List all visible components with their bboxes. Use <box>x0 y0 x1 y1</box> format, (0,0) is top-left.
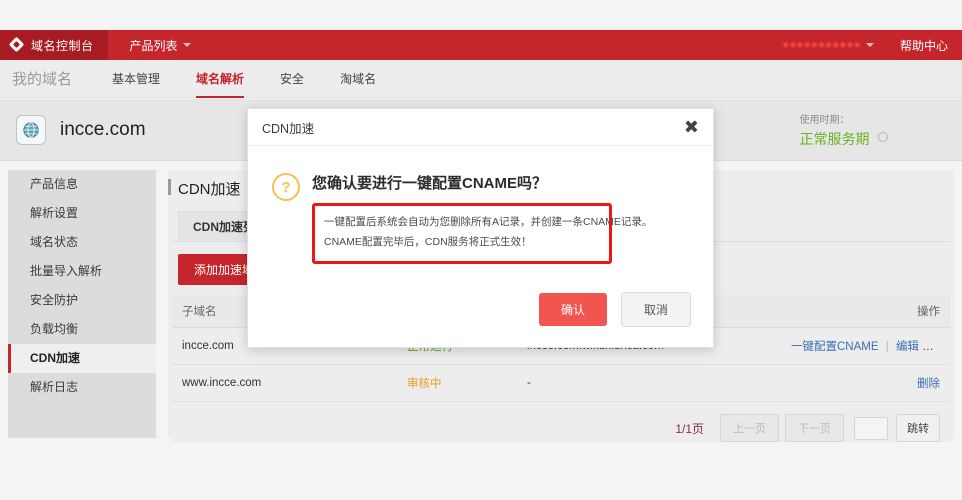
dialog-heading: 您确认要进行一键配置CNAME吗？ <box>312 172 612 193</box>
service-status-label: 使用时期： <box>800 111 888 126</box>
domain-name: incce.com <box>60 119 146 141</box>
tab-basic-management[interactable]: 基本管理 <box>112 60 160 98</box>
page-title: 我的域名 <box>12 68 72 89</box>
product-list-label: 产品列表 <box>130 37 178 54</box>
chevron-down-icon <box>183 43 191 47</box>
globe-icon <box>16 115 46 145</box>
user-menu[interactable]: ●●●●●●●●●●● <box>782 39 874 51</box>
close-icon[interactable]: ✖ <box>684 118 699 136</box>
dialog-header: CDN加速 ✖ <box>248 109 713 146</box>
service-status-value: 正常服务期 <box>800 129 870 149</box>
op-configure-cname[interactable]: 一键配置CNAME <box>791 341 879 353</box>
sidebar-item-batch-import[interactable]: 批量导入解析 <box>8 257 156 286</box>
sidebar-item-load-balancing[interactable]: 负载均衡 <box>8 315 156 344</box>
service-status: 使用时期： 正常服务期 <box>800 111 946 149</box>
tab-domain-resolution[interactable]: 域名解析 <box>196 60 244 98</box>
confirm-button[interactable]: 确认 <box>539 293 607 326</box>
confirm-dialog: CDN加速 ✖ ? 您确认要进行一键配置CNAME吗？ 一键配置后系统会自动为您… <box>247 108 714 348</box>
dialog-text-block: 您确认要进行一键配置CNAME吗？ 一键配置后系统会自动为您删除所有A记录，并创… <box>312 172 612 264</box>
op-separator: | <box>886 341 889 353</box>
prev-page-button[interactable]: 上一页 <box>720 414 779 442</box>
cancel-button[interactable]: 取消 <box>621 292 691 327</box>
chevron-down-icon <box>866 43 874 47</box>
op-edit[interactable]: 编辑 <box>896 341 919 353</box>
sidebar-item-product-info[interactable]: 产品信息 <box>8 170 156 199</box>
op-separator: | <box>926 341 929 353</box>
cell-record-value: - <box>517 365 777 402</box>
page-number-input[interactable] <box>854 417 888 440</box>
top-bar: 域名控制台 产品列表 ●●●●●●●●●●● 帮助中心 <box>0 30 962 60</box>
column-header-operations: 操作 <box>777 295 950 328</box>
pagination: 1/1页 上一页 下一页 跳转 <box>172 402 950 442</box>
tab-security[interactable]: 安全 <box>280 60 304 98</box>
top-bar-right: ●●●●●●●●●●● 帮助中心 <box>760 37 962 54</box>
brand-logo[interactable]: 域名控制台 <box>0 30 108 60</box>
sidebar: 产品信息 解析设置 域名状态 批量导入解析 安全防护 负载均衡 CDN加速 解析… <box>8 170 156 438</box>
table-row: www.incce.com 审核中 - 删除 <box>172 365 950 402</box>
app-root: 域名控制台 产品列表 ●●●●●●●●●●● 帮助中心 我的域名 基本管理 域名… <box>0 0 962 500</box>
diamond-logo-icon <box>10 38 25 53</box>
warning-line-1: 一键配置后系统会自动为您删除所有A记录，并创建一条CNAME记录。 <box>324 213 600 233</box>
dialog-footer: 确认 取消 <box>248 270 713 347</box>
dialog-body: ? 您确认要进行一键配置CNAME吗？ 一键配置后系统会自动为您删除所有A记录，… <box>248 146 713 270</box>
sidebar-item-cdn-acceleration[interactable]: CDN加速 <box>8 344 156 373</box>
sidebar-item-security-protection[interactable]: 安全防护 <box>8 286 156 315</box>
op-pause[interactable]: 暂停 <box>936 341 950 353</box>
user-name-label: ●●●●●●●●●●● <box>782 39 861 51</box>
dialog-title: CDN加速 <box>262 118 314 137</box>
cell-operations: 一键配置CNAME | 编辑 | 暂停 | 删除 | 更多配置 <box>777 328 950 365</box>
help-center-link[interactable]: 帮助中心 <box>900 37 948 54</box>
sidebar-item-resolution-settings[interactable]: 解析设置 <box>8 199 156 228</box>
go-to-page-button[interactable]: 跳转 <box>896 414 940 442</box>
next-page-button[interactable]: 下一页 <box>785 414 844 442</box>
cell-operations: 删除 <box>777 365 950 402</box>
cell-subdomain: www.incce.com <box>172 365 397 402</box>
warning-box: 一键配置后系统会自动为您删除所有A记录，并创建一条CNAME记录。 CNAME配… <box>312 203 612 264</box>
tab-domain-market[interactable]: 淘域名 <box>340 60 376 98</box>
sub-nav: 我的域名 基本管理 域名解析 安全 淘域名 <box>0 60 962 98</box>
sidebar-item-domain-status[interactable]: 域名状态 <box>8 228 156 257</box>
sidebar-item-resolution-log[interactable]: 解析日志 <box>8 373 156 402</box>
brand-label: 域名控制台 <box>31 37 94 54</box>
product-list-menu[interactable]: 产品列表 <box>130 37 191 54</box>
question-mark-icon: ? <box>272 173 300 201</box>
op-delete[interactable]: 删除 <box>917 378 940 390</box>
warning-line-2: CNAME配置完毕后，CDN服务将正式生效！ <box>324 233 600 253</box>
page-count-label: 1/1页 <box>675 420 704 437</box>
status-circle-icon <box>878 132 888 142</box>
status-badge: 审核中 <box>407 378 442 390</box>
cell-state: 审核中 <box>397 365 517 402</box>
